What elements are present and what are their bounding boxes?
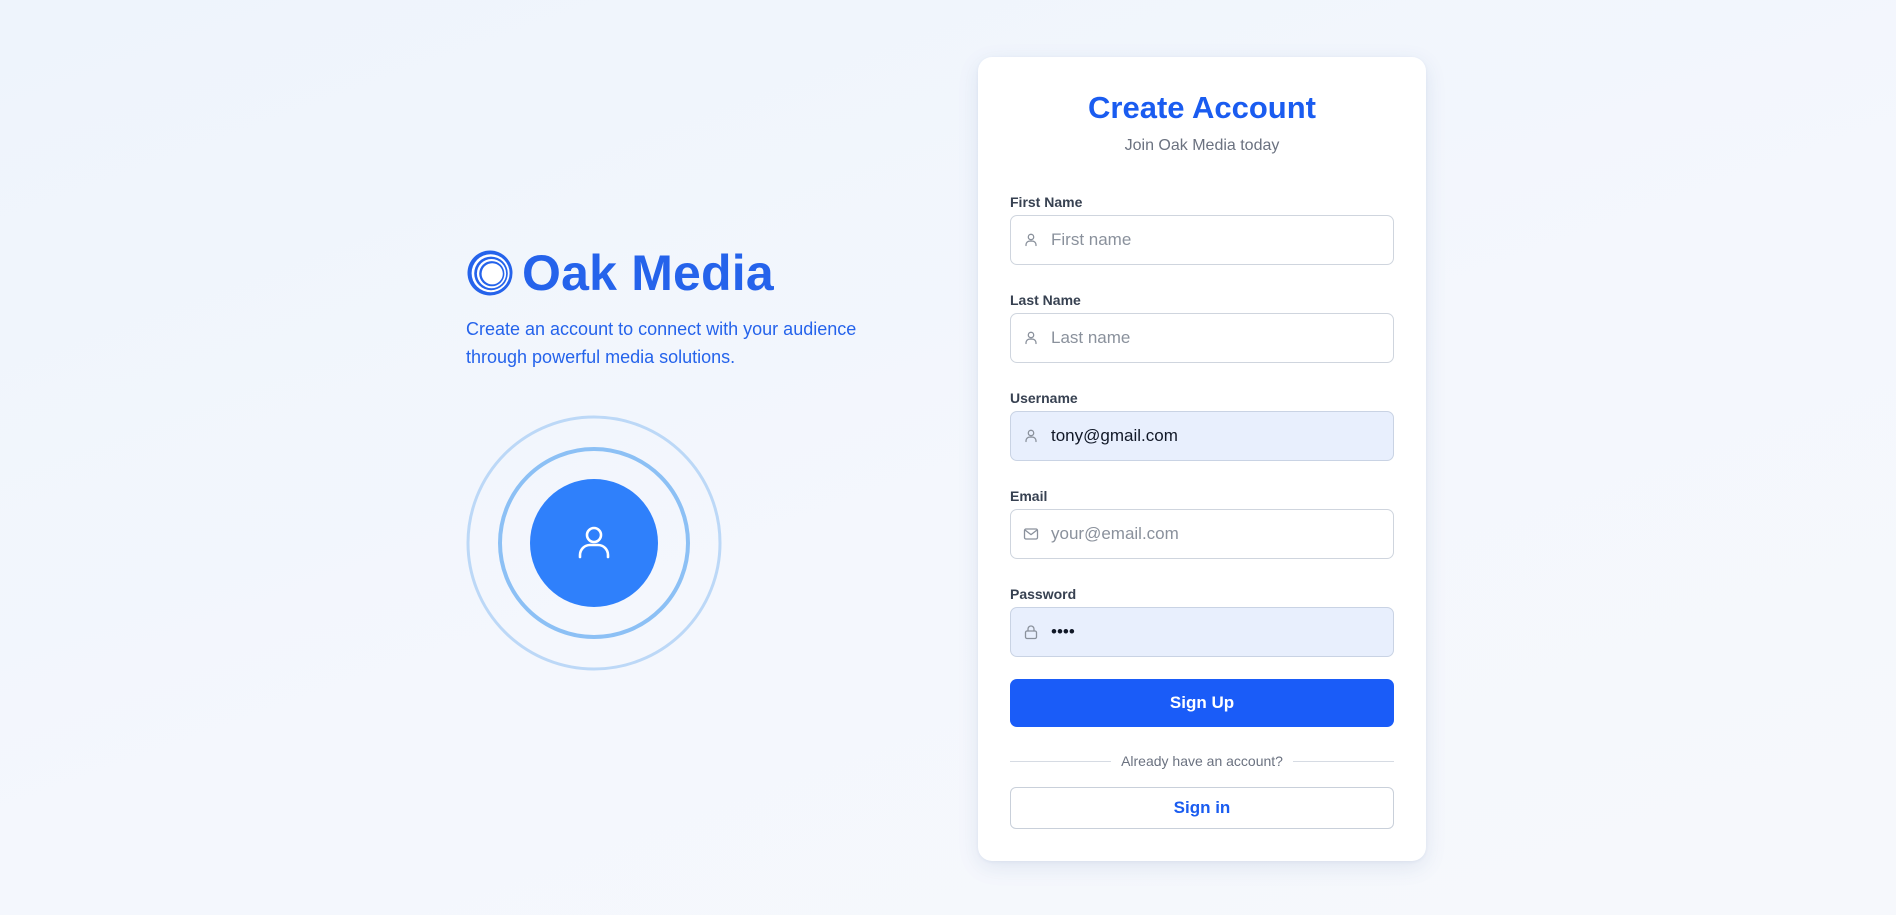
brand-name: Oak Media <box>522 245 774 301</box>
email-input-wrap[interactable] <box>1010 509 1394 559</box>
card-subtitle: Join Oak Media today <box>1124 137 1280 154</box>
user-icon <box>1025 429 1037 443</box>
sign-up-button[interactable]: Sign Up <box>1010 679 1394 727</box>
first-name-field: First Name <box>1010 193 1394 265</box>
last-name-input-wrap[interactable] <box>1010 313 1394 363</box>
divider-line-left <box>1010 760 1112 762</box>
username-label: Username <box>1010 390 1078 406</box>
user-icon <box>1025 233 1037 247</box>
card-title: Create Account <box>1088 90 1316 125</box>
password-input-wrap[interactable] <box>1010 607 1394 657</box>
sign-in-button[interactable]: Sign in <box>1010 787 1394 829</box>
brand-panel: Oak Media Create an account to connect w… <box>466 246 886 371</box>
brand-header: Oak Media <box>466 246 886 300</box>
email-field: Email <box>1010 487 1394 559</box>
concentric-circles-logo-icon <box>467 250 513 296</box>
brand-tagline: Create an account to connect with your a… <box>466 319 857 367</box>
mail-icon <box>1023 528 1039 540</box>
signup-card: Create Account Join Oak Media today Firs… <box>978 57 1426 861</box>
last-name-input[interactable] <box>1051 314 1381 362</box>
divider-text: Already have an account? <box>1121 753 1283 769</box>
account-divider: Already have an account? <box>1010 751 1395 771</box>
user-illustration <box>466 415 722 671</box>
last-name-label: Last Name <box>1010 292 1081 308</box>
email-label: Email <box>1010 488 1048 504</box>
divider-line-right <box>1292 760 1395 762</box>
username-input-wrap[interactable] <box>1010 411 1394 461</box>
email-input[interactable] <box>1051 510 1381 558</box>
password-label: Password <box>1010 586 1077 602</box>
password-input[interactable] <box>1051 608 1381 656</box>
user-icon <box>1025 331 1037 345</box>
last-name-field: Last Name <box>1010 291 1394 363</box>
first-name-input[interactable] <box>1051 216 1381 264</box>
password-field: Password <box>1010 585 1394 657</box>
first-name-input-wrap[interactable] <box>1010 215 1394 265</box>
lock-icon <box>1024 625 1038 640</box>
first-name-label: First Name <box>1010 194 1083 210</box>
username-field: Username <box>1010 389 1394 461</box>
username-input[interactable] <box>1051 412 1381 460</box>
